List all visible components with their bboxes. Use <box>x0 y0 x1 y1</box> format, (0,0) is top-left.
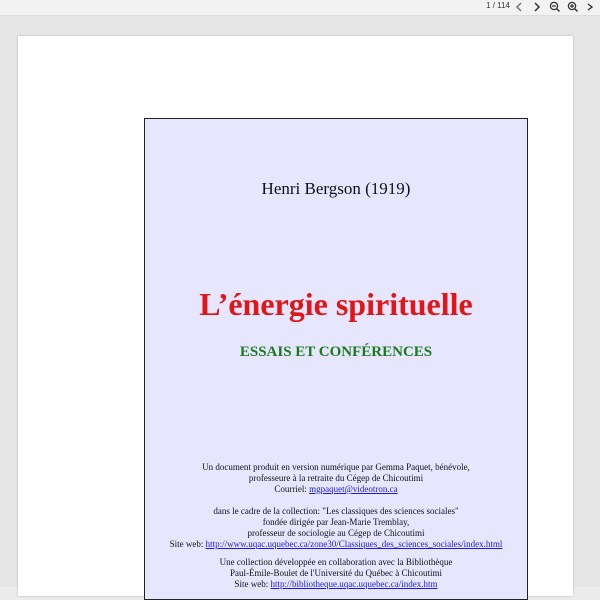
library-line-1: Une collection développée en collaborati… <box>219 557 453 567</box>
site-label: Site web: <box>169 539 206 549</box>
document-title: L’énergie spirituelle <box>199 286 473 322</box>
chevron-right-icon[interactable] <box>530 1 544 13</box>
collection-site-line: Site web: http://www.uqac.uquebec.ca/zon… <box>145 539 527 550</box>
document-subtitle: ESSAIS ET CONFÉRENCES <box>239 344 433 360</box>
email-label: Courriel: <box>274 484 310 494</box>
collection-line-3: professeur de sociologie au Cégep de Chi… <box>247 528 425 538</box>
collection-line-2: fondée dirigée par Jean-Marie Tremblay, <box>262 517 410 527</box>
library-block: Une collection développée en collaborati… <box>145 557 527 590</box>
library-site-link[interactable]: http://bibliotheque.uqac.uquebec.ca/inde… <box>271 579 438 589</box>
library-line-2: Paul-Émile-Boulet de l'Université du Qué… <box>229 568 443 578</box>
credits-block: Un document produit en version numérique… <box>145 462 527 495</box>
collection-block: dans le cadre de la collection: "Les cla… <box>145 506 527 550</box>
library-site-label: Site web: <box>234 579 271 589</box>
credits-email-line: Courriel: mgpaquet@videotron.ca <box>145 484 527 495</box>
collection-site-link[interactable]: http://www.uqac.uquebec.ca/zone30/Classi… <box>206 539 503 549</box>
pdf-toolbar: 1 / 114 <box>0 0 600 16</box>
chevron-left-icon[interactable] <box>512 1 526 13</box>
cover-box: Henri Bergson (1919) L’énergie spirituel… <box>144 118 528 600</box>
page-indicator: 1 / 114 <box>486 1 510 10</box>
library-site-line: Site web: http://bibliotheque.uqac.uqueb… <box>145 579 527 590</box>
pdf-page: Henri Bergson (1919) L’énergie spirituel… <box>18 36 573 600</box>
author-line: Henri Bergson (1919) <box>261 179 411 198</box>
credits-line-2: professeure à la retraite du Cégep de Ch… <box>248 473 424 483</box>
credits-line-1: Un document produit en version numérique… <box>202 462 470 472</box>
document-viewer[interactable]: Henri Bergson (1919) L’énergie spirituel… <box>0 16 600 600</box>
collection-line-1: dans le cadre de la collection: "Les cla… <box>213 506 459 516</box>
zoom-in-icon[interactable] <box>566 1 580 13</box>
email-link[interactable]: mgpaquet@videotron.ca <box>309 484 398 494</box>
zoom-out-icon[interactable] <box>548 1 562 13</box>
more-icon[interactable] <box>584 1 598 13</box>
